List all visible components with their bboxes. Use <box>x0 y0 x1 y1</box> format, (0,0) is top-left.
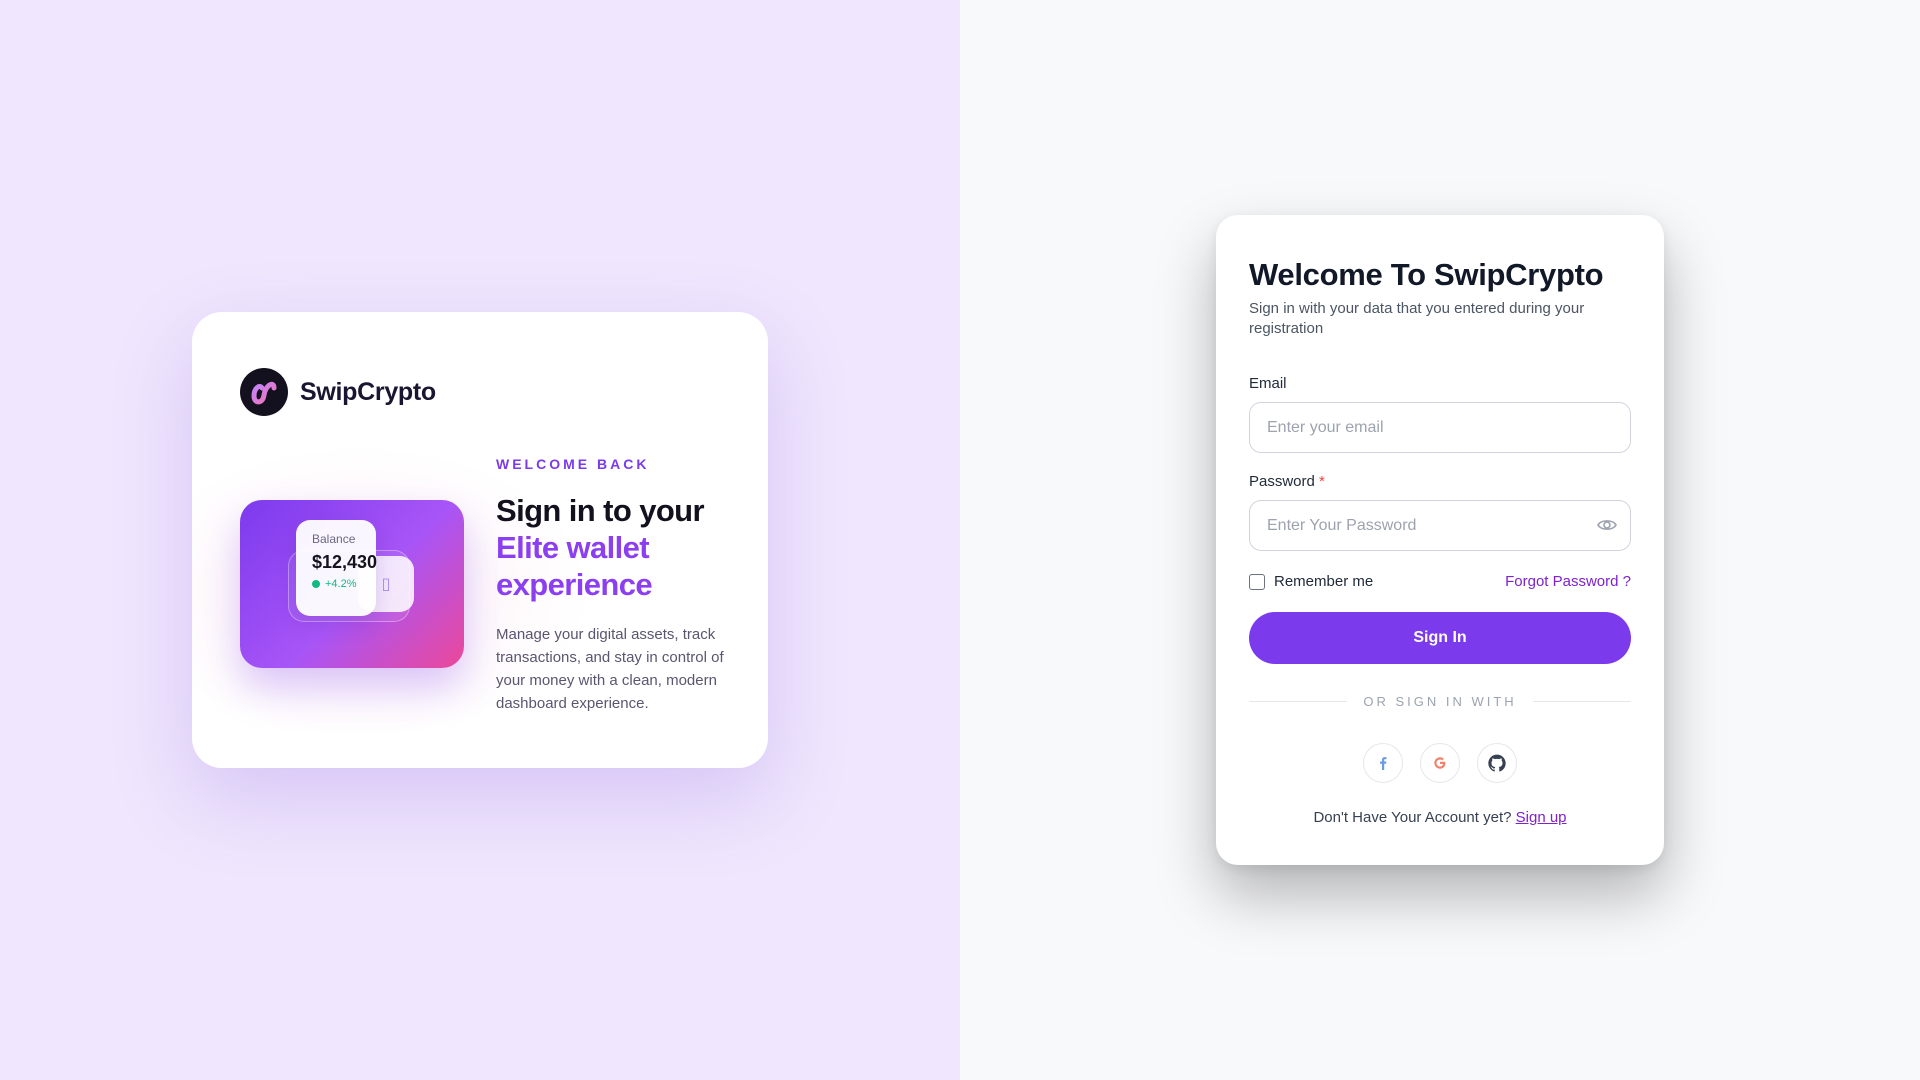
email-field-wrap <box>1249 402 1631 453</box>
brand-name: SwipCrypto <box>300 377 436 406</box>
login-title: Welcome To SwipCrypto <box>1249 257 1604 292</box>
divider-line-left <box>1249 701 1348 702</box>
social-divider: OR SIGN IN WITH <box>1249 694 1631 709</box>
login-card: Welcome To SwipCrypto Sign in with your … <box>1216 215 1664 865</box>
signup-prompt: Don't Have Your Account yet? <box>1313 809 1512 826</box>
social-buttons <box>1249 743 1631 783</box>
password-field-wrap <box>1249 500 1631 551</box>
login-options: Remember me Forgot Password ? <box>1249 573 1631 590</box>
balance-change: +4.2% <box>312 578 376 590</box>
facebook-button[interactable] <box>1363 743 1403 783</box>
brand-logo: SwipCrypto <box>240 368 436 416</box>
signup-prompt-row: Don't Have Your Account yet? Sign up <box>1249 809 1631 826</box>
password-input[interactable] <box>1249 500 1631 551</box>
headline-accent: Elite wallet experience <box>496 530 653 602</box>
brand-logo-icon <box>240 368 288 416</box>
headline-line1: Sign in to your <box>496 493 705 528</box>
promo-panel: SwipCrypto ▯ Balance $12,430 +4.2% WELCO… <box>0 0 960 1080</box>
divider-text: OR SIGN IN WITH <box>1363 694 1517 709</box>
balance-change-value: +4.2% <box>325 578 357 590</box>
google-button[interactable] <box>1420 743 1460 783</box>
email-label: Email <box>1249 375 1631 392</box>
status-dot-icon <box>312 580 320 588</box>
remember-checkbox[interactable] <box>1249 573 1265 590</box>
sign-up-link[interactable]: Sign up <box>1516 809 1567 826</box>
wallet-illustration: ▯ Balance $12,430 +4.2% <box>240 500 464 668</box>
promo-headline: Sign in to your Elite wallet experience <box>496 492 726 603</box>
github-icon <box>1488 754 1506 772</box>
remember-me[interactable]: Remember me <box>1249 573 1373 590</box>
show-password-icon[interactable] <box>1597 517 1617 533</box>
facebook-icon <box>1380 757 1387 770</box>
password-label-text: Password <box>1249 473 1315 490</box>
promo-text: WELCOME BACK Sign in to your Elite walle… <box>496 456 726 715</box>
github-button[interactable] <box>1477 743 1517 783</box>
welcome-eyebrow: WELCOME BACK <box>496 456 650 472</box>
google-icon <box>1434 757 1446 769</box>
forgot-password-link[interactable]: Forgot Password ? <box>1505 573 1631 590</box>
email-input[interactable] <box>1249 402 1631 453</box>
balance-label: Balance <box>312 532 356 546</box>
email-label-text: Email <box>1249 375 1287 392</box>
password-label: Password * <box>1249 473 1631 490</box>
sign-in-button[interactable]: Sign In <box>1249 612 1631 664</box>
promo-card: SwipCrypto ▯ Balance $12,430 +4.2% WELCO… <box>192 312 768 768</box>
balance-card: Balance $12,430 +4.2% <box>296 520 378 616</box>
login-subtitle: Sign in with your data that you entered … <box>1249 300 1585 337</box>
login-panel: Welcome To SwipCrypto Sign in with your … <box>960 0 1920 1080</box>
remember-label: Remember me <box>1274 573 1374 590</box>
promo-description: Manage your digital assets, track transa… <box>496 626 724 712</box>
balance-value: $12,430 <box>312 552 378 572</box>
divider-line-right <box>1532 701 1631 702</box>
required-marker: * <box>1319 473 1325 490</box>
